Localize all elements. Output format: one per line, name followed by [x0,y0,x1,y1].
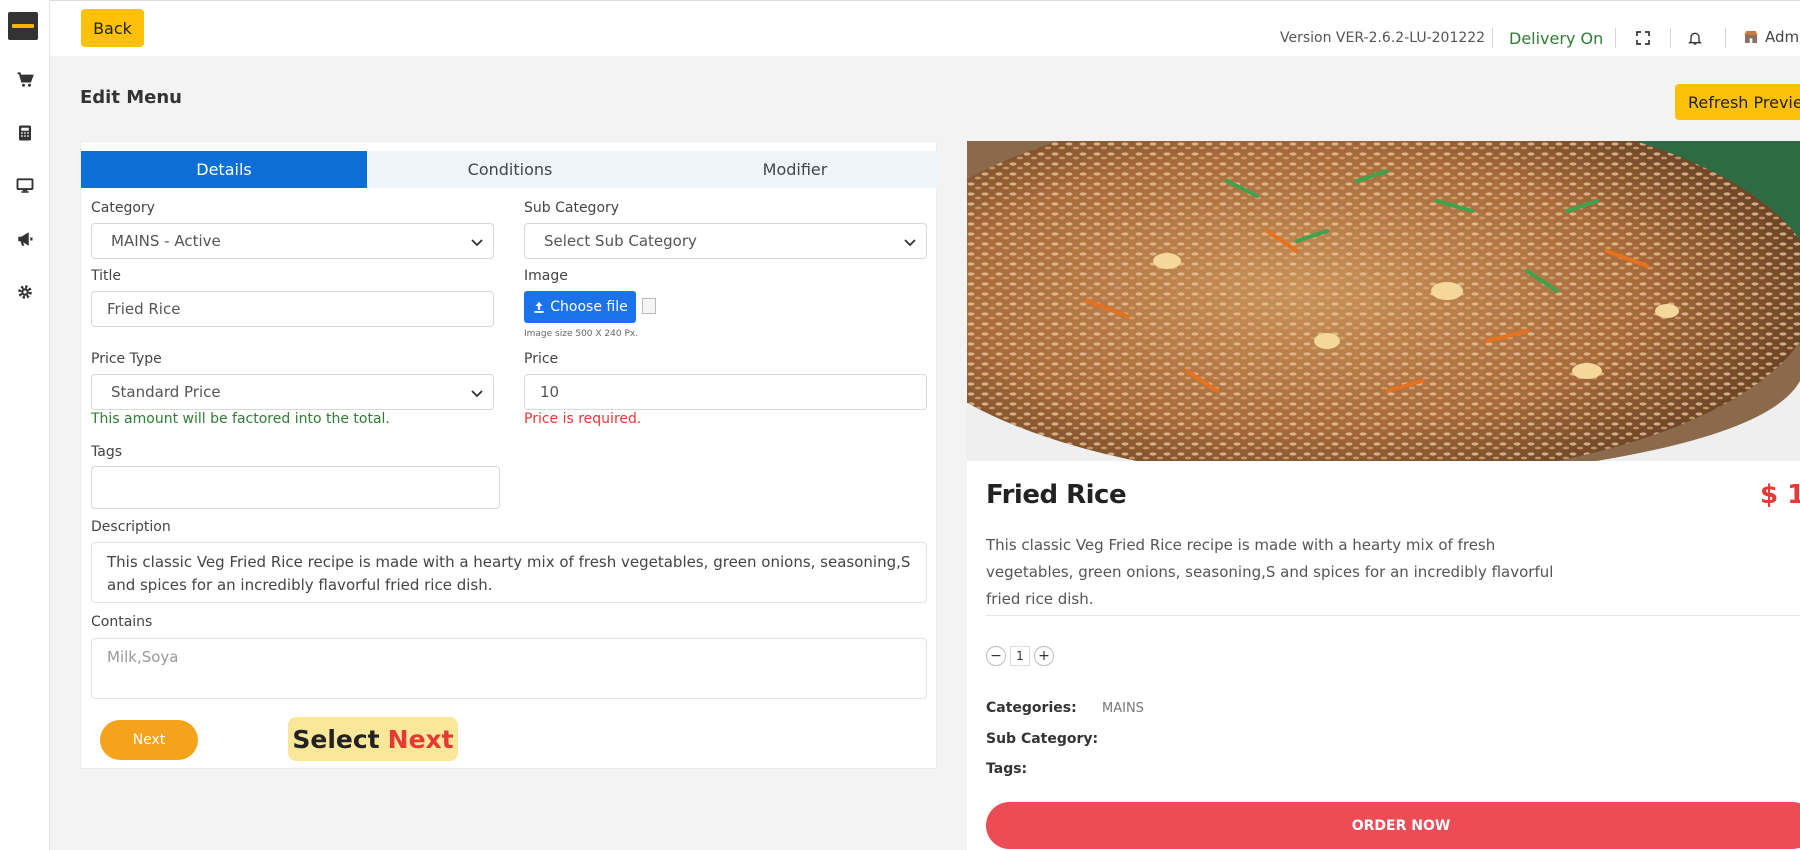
preview-description: This classic Veg Fried Rice recipe is ma… [986,536,1554,608]
price-type-value: Standard Price [111,383,221,401]
price-error: Price is required. [524,411,642,427]
contains-placeholder: Milk,Soya [107,648,179,666]
choose-file-label: Choose file [550,299,628,315]
categories-value: MAINS [1102,701,1144,716]
preview-title: Fried Rice [986,480,1127,510]
title-label: Title [91,268,122,284]
divider [1615,28,1616,48]
chevron-down-icon [471,390,483,398]
page-title: Edit Menu [80,87,182,108]
tags-label: Tags: [986,761,1028,777]
preview-price: $ 10 [1760,480,1800,510]
sidebar-item-settings[interactable] [0,272,50,312]
description-label: Description [91,519,171,535]
version-label: Version VER-2.6.2-LU-201222 [1280,30,1486,46]
app-logo-icon[interactable] [8,12,38,40]
tags-label: Tags [91,444,122,460]
subcategory-label: Sub Category [524,200,620,216]
instruction-callout: Select Next [288,717,458,761]
upload-icon [534,301,544,313]
minus-icon[interactable]: − [986,646,1006,666]
user-name: Admin [1765,28,1800,46]
bell-icon[interactable] [1686,29,1704,47]
back-button[interactable]: Back [81,9,144,47]
tags-input[interactable] [91,466,500,509]
divider [1492,28,1493,48]
price-value: 10 [540,383,560,401]
tab-bar: Details Conditions Modifier [81,151,938,188]
title-input[interactable]: Fried Rice [91,291,494,327]
menu-item-preview: Fried Rice $ 10 This classic Veg Fried R… [967,141,1800,850]
categories-label: Categories: [986,700,1077,716]
order-now-button[interactable]: ORDER NOW [986,802,1800,849]
top-bar: Back Version VER-2.6.2-LU-201222 Deliver… [50,0,1800,56]
sidebar [0,0,50,850]
sidebar-item-calculator[interactable] [0,113,50,153]
user-menu[interactable]: Admin [1743,28,1800,46]
divider [986,615,1800,616]
edit-menu-form: Details Conditions Modifier Category MAI… [80,141,938,769]
sidebar-item-display[interactable] [0,166,50,206]
title-value: Fried Rice [107,300,181,318]
image-size-hint: Image size 500 X 240 Px. [524,329,639,339]
subcategory-select[interactable]: Select Sub Category [524,223,927,259]
contains-label: Contains [91,614,153,630]
divider [1670,28,1671,48]
subcategory-value: Select Sub Category [544,232,697,250]
tab-details[interactable]: Details [81,151,367,188]
megaphone-icon [18,232,33,246]
callout-highlight: Next [387,724,454,754]
tab-modifier[interactable]: Modifier [652,151,938,188]
sidebar-item-marketing[interactable] [0,219,50,259]
image-label: Image [524,268,568,284]
category-select[interactable]: MAINS - Active [91,223,494,259]
quantity-value[interactable]: 1 [1010,646,1030,666]
choose-file-button[interactable]: Choose file [524,291,636,323]
image-thumbnail [642,298,656,314]
monitor-icon [16,178,34,193]
price-type-label: Price Type [91,351,162,367]
delivery-status[interactable]: Delivery On [1509,29,1603,48]
sidebar-item-orders[interactable] [0,60,50,100]
price-type-select[interactable]: Standard Price [91,374,494,410]
fried-rice-photo [967,141,1800,461]
calculator-icon [19,125,31,141]
gear-icon [18,285,32,299]
description-value: This classic Veg Fried Rice recipe is ma… [107,553,911,594]
category-label: Category [91,200,155,216]
cart-icon [17,72,34,87]
next-button[interactable]: Next [100,720,198,760]
refresh-preview-button[interactable]: Refresh Preview [1675,84,1800,120]
category-value: MAINS - Active [111,232,221,250]
price-type-help: This amount will be factored into the to… [91,411,390,427]
tab-conditions[interactable]: Conditions [367,151,653,188]
subcategory-label: Sub Category: [986,731,1099,747]
price-input[interactable]: 10 [524,374,927,410]
price-label: Price [524,351,559,367]
store-icon [1744,31,1758,43]
divider [1725,28,1726,48]
callout-prefix: Select [292,724,380,754]
chevron-down-icon [471,239,483,247]
contains-textarea[interactable]: Milk,Soya [91,638,927,699]
plus-icon[interactable]: + [1034,646,1054,666]
fullscreen-icon[interactable] [1634,29,1652,47]
chevron-down-icon [904,239,916,247]
description-textarea[interactable]: This classic Veg Fried Rice recipe is ma… [91,542,927,603]
quantity-stepper: − 1 + [986,646,1054,666]
